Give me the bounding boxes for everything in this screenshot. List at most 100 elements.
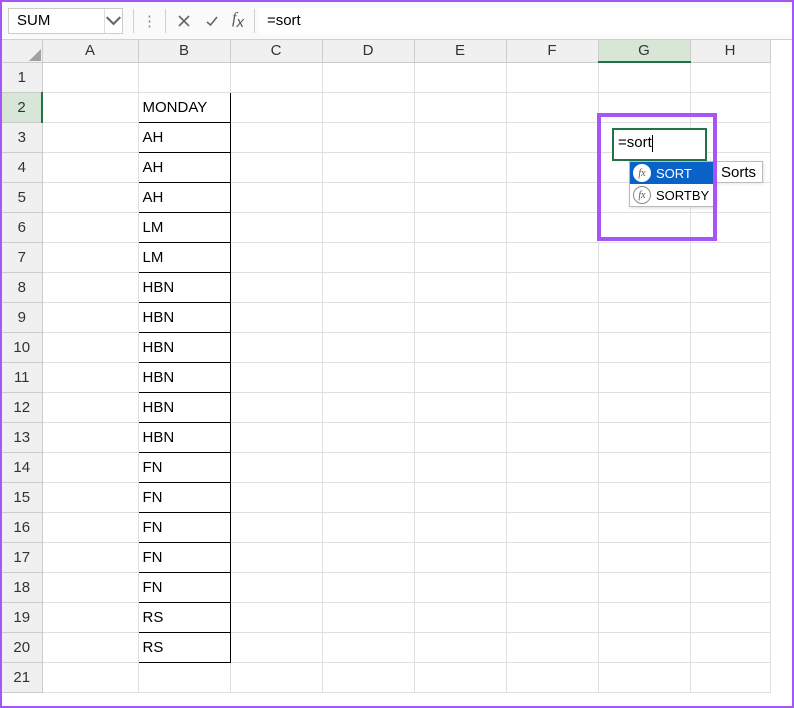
- cell-G8[interactable]: [598, 272, 690, 302]
- cell-D16[interactable]: [322, 512, 414, 542]
- cell-E10[interactable]: [414, 332, 506, 362]
- cell-F10[interactable]: [506, 332, 598, 362]
- row-header-14[interactable]: 14: [2, 452, 42, 482]
- cell-G14[interactable]: [598, 452, 690, 482]
- cell-B3[interactable]: AH: [138, 122, 230, 152]
- cell-F13[interactable]: [506, 422, 598, 452]
- cell-D1[interactable]: [322, 62, 414, 92]
- cell-C9[interactable]: [230, 302, 322, 332]
- cell-G10[interactable]: [598, 332, 690, 362]
- cell-A18[interactable]: [42, 572, 138, 602]
- cell-H16[interactable]: [690, 512, 770, 542]
- column-header-G[interactable]: G: [598, 40, 690, 62]
- cell-G17[interactable]: [598, 542, 690, 572]
- cell-A15[interactable]: [42, 482, 138, 512]
- cell-A11[interactable]: [42, 362, 138, 392]
- enter-button[interactable]: [198, 8, 226, 34]
- cell-D6[interactable]: [322, 212, 414, 242]
- row-header-18[interactable]: 18: [2, 572, 42, 602]
- cell-A10[interactable]: [42, 332, 138, 362]
- cell-E8[interactable]: [414, 272, 506, 302]
- cell-B11[interactable]: HBN: [138, 362, 230, 392]
- cell-E18[interactable]: [414, 572, 506, 602]
- cell-A3[interactable]: [42, 122, 138, 152]
- cell-B1[interactable]: [138, 62, 230, 92]
- cell-E11[interactable]: [414, 362, 506, 392]
- cell-E5[interactable]: [414, 182, 506, 212]
- cell-B2[interactable]: MONDAY: [138, 92, 230, 122]
- cell-E20[interactable]: [414, 632, 506, 662]
- cell-H18[interactable]: [690, 572, 770, 602]
- insert-function-button[interactable]: fx: [226, 10, 250, 31]
- cell-B8[interactable]: HBN: [138, 272, 230, 302]
- cell-B15[interactable]: FN: [138, 482, 230, 512]
- row-header-13[interactable]: 13: [2, 422, 42, 452]
- autocomplete-item-sortby[interactable]: fxSORTBY: [630, 184, 715, 206]
- cell-B16[interactable]: FN: [138, 512, 230, 542]
- cell-C1[interactable]: [230, 62, 322, 92]
- cell-D8[interactable]: [322, 272, 414, 302]
- cell-A12[interactable]: [42, 392, 138, 422]
- cell-E12[interactable]: [414, 392, 506, 422]
- row-header-10[interactable]: 10: [2, 332, 42, 362]
- cell-F3[interactable]: [506, 122, 598, 152]
- cell-C8[interactable]: [230, 272, 322, 302]
- cell-C11[interactable]: [230, 362, 322, 392]
- cell-C7[interactable]: [230, 242, 322, 272]
- cell-E6[interactable]: [414, 212, 506, 242]
- name-box-dropdown[interactable]: [104, 9, 122, 33]
- cell-A4[interactable]: [42, 152, 138, 182]
- cell-H9[interactable]: [690, 302, 770, 332]
- cell-C13[interactable]: [230, 422, 322, 452]
- select-all-corner[interactable]: [2, 40, 42, 62]
- cell-D14[interactable]: [322, 452, 414, 482]
- cell-D19[interactable]: [322, 602, 414, 632]
- cell-E21[interactable]: [414, 662, 506, 692]
- cell-H10[interactable]: [690, 332, 770, 362]
- cell-F21[interactable]: [506, 662, 598, 692]
- row-header-12[interactable]: 12: [2, 392, 42, 422]
- cell-D9[interactable]: [322, 302, 414, 332]
- cancel-button[interactable]: [170, 8, 198, 34]
- cell-H15[interactable]: [690, 482, 770, 512]
- cell-F18[interactable]: [506, 572, 598, 602]
- cell-C2[interactable]: [230, 92, 322, 122]
- cell-D5[interactable]: [322, 182, 414, 212]
- formula-input[interactable]: =sort: [259, 8, 792, 34]
- cell-G12[interactable]: [598, 392, 690, 422]
- cell-G16[interactable]: [598, 512, 690, 542]
- cell-F2[interactable]: [506, 92, 598, 122]
- cell-D18[interactable]: [322, 572, 414, 602]
- cell-F17[interactable]: [506, 542, 598, 572]
- cell-F6[interactable]: [506, 212, 598, 242]
- row-header-19[interactable]: 19: [2, 602, 42, 632]
- cell-E4[interactable]: [414, 152, 506, 182]
- cell-F9[interactable]: [506, 302, 598, 332]
- column-header-H[interactable]: H: [690, 40, 770, 62]
- row-header-1[interactable]: 1: [2, 62, 42, 92]
- cell-C17[interactable]: [230, 542, 322, 572]
- cell-F4[interactable]: [506, 152, 598, 182]
- cell-B13[interactable]: HBN: [138, 422, 230, 452]
- cell-A16[interactable]: [42, 512, 138, 542]
- cell-E13[interactable]: [414, 422, 506, 452]
- cell-G11[interactable]: [598, 362, 690, 392]
- column-header-F[interactable]: F: [506, 40, 598, 62]
- cell-D7[interactable]: [322, 242, 414, 272]
- row-header-5[interactable]: 5: [2, 182, 42, 212]
- cell-C10[interactable]: [230, 332, 322, 362]
- cell-B14[interactable]: FN: [138, 452, 230, 482]
- cell-H14[interactable]: [690, 452, 770, 482]
- cell-C20[interactable]: [230, 632, 322, 662]
- cell-F19[interactable]: [506, 602, 598, 632]
- cell-H11[interactable]: [690, 362, 770, 392]
- cell-G15[interactable]: [598, 482, 690, 512]
- cell-B20[interactable]: RS: [138, 632, 230, 662]
- cell-A13[interactable]: [42, 422, 138, 452]
- cell-A2[interactable]: [42, 92, 138, 122]
- cell-D17[interactable]: [322, 542, 414, 572]
- cell-H6[interactable]: [690, 212, 770, 242]
- name-box[interactable]: SUM: [8, 8, 123, 34]
- cell-C5[interactable]: [230, 182, 322, 212]
- cell-A20[interactable]: [42, 632, 138, 662]
